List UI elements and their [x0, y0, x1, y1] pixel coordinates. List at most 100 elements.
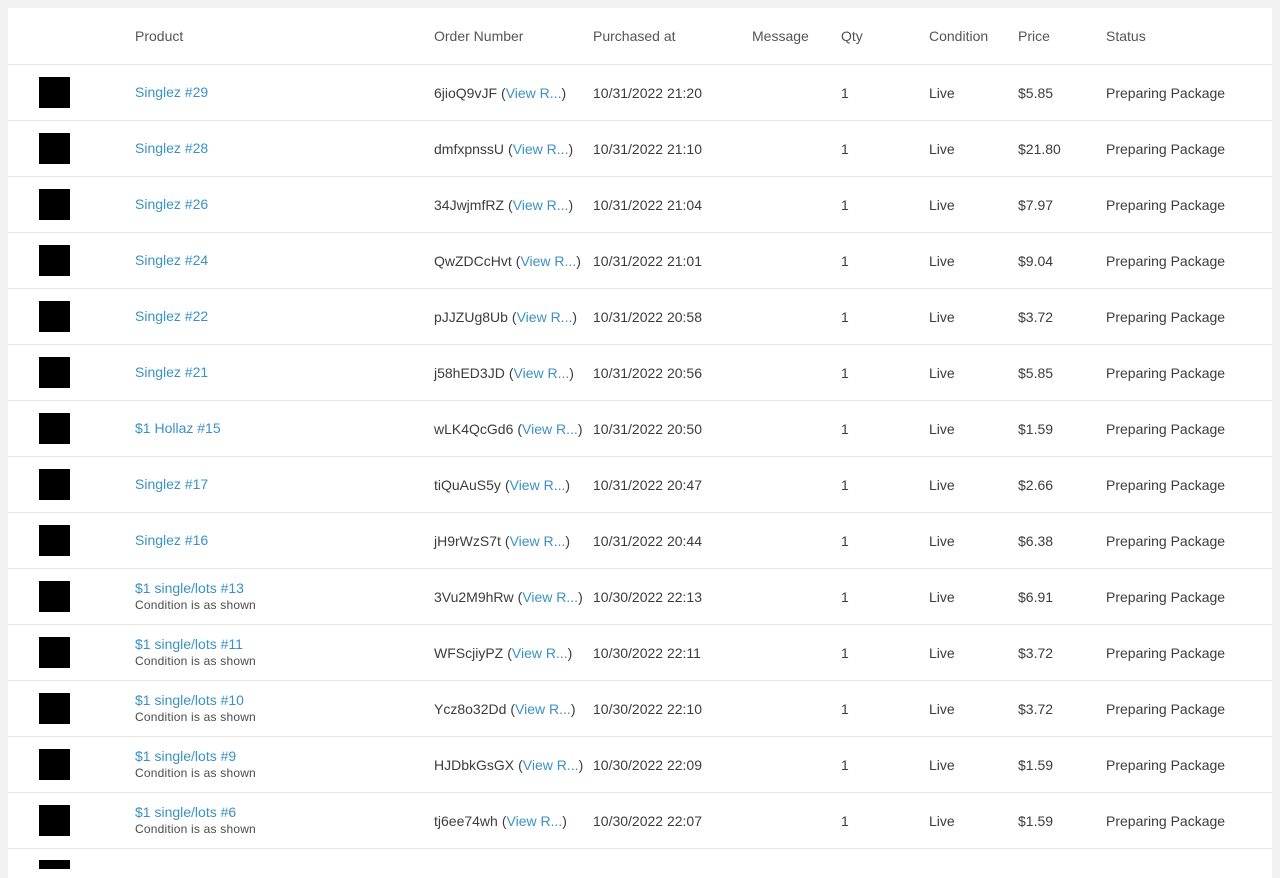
view-receipt-wrapper: (View R...) [504, 476, 571, 493]
table-row-partial [8, 849, 1272, 869]
order-number: wLK4QcGd6 [434, 420, 514, 437]
product-link[interactable]: Singlez #21 [135, 364, 208, 381]
product-link[interactable]: $1 single/lots #13 [135, 580, 244, 597]
product-link[interactable]: $1 single/lots #11 [135, 636, 243, 653]
purchased-at: 10/30/2022 22:10 [593, 700, 702, 717]
product-link[interactable]: Singlez #22 [135, 308, 208, 325]
product-thumbnail[interactable] [39, 805, 70, 836]
view-receipt-link[interactable]: View R... [510, 533, 566, 549]
product-thumbnail[interactable] [39, 413, 70, 444]
quantity: 1 [841, 140, 849, 157]
order-number: WFScjiyPZ [434, 644, 504, 661]
column-header-order-number[interactable]: Order Number [434, 8, 579, 64]
quantity: 1 [841, 308, 849, 325]
purchased-at: 10/31/2022 21:10 [593, 140, 702, 157]
product-thumbnail[interactable] [39, 469, 70, 500]
purchased-at: 10/31/2022 20:56 [593, 364, 702, 381]
product-link[interactable]: Singlez #16 [135, 532, 208, 549]
order-status: Preparing Package [1106, 756, 1226, 773]
table-row: Singlez #28 dmfxpnssU (View R...) 10/31/… [8, 121, 1272, 177]
price: $3.72 [1018, 644, 1054, 661]
view-receipt-link[interactable]: View R... [515, 701, 571, 717]
price: $1.59 [1018, 812, 1054, 829]
view-receipt-wrapper: (View R...) [510, 700, 576, 717]
table-row: Singlez #24 QwZDCcHvt (View R...) 10/31/… [8, 233, 1272, 289]
product-subtitle: Condition is as shown [135, 598, 256, 612]
view-receipt-link[interactable]: View R... [510, 477, 566, 493]
view-receipt-wrapper: (View R...) [501, 812, 567, 829]
table-row: Singlez #16 jH9rWzS7t (View R...) 10/31/… [8, 513, 1272, 569]
view-receipt-link[interactable]: View R... [506, 85, 562, 101]
product-thumbnail[interactable] [39, 581, 70, 612]
quantity: 1 [841, 364, 849, 381]
order-status: Preparing Package [1106, 308, 1226, 325]
product-thumbnail[interactable] [39, 693, 70, 724]
message [752, 513, 832, 568]
product-link[interactable]: Singlez #17 [135, 476, 208, 493]
purchased-at: 10/31/2022 20:44 [593, 532, 702, 549]
product-link[interactable]: Singlez #26 [135, 196, 208, 213]
product-link[interactable]: Singlez #24 [135, 252, 208, 269]
quantity: 1 [841, 420, 849, 437]
price: $6.38 [1018, 532, 1054, 549]
condition: Live [929, 700, 955, 717]
product-link[interactable]: Singlez #28 [135, 140, 208, 157]
product-thumbnail[interactable] [39, 77, 70, 108]
product-thumbnail[interactable] [39, 133, 70, 164]
condition: Live [929, 476, 955, 493]
product-subtitle: Condition is as shown [135, 710, 256, 724]
view-receipt-link[interactable]: View R... [522, 589, 578, 605]
view-receipt-link[interactable]: View R... [523, 757, 579, 773]
product-thumbnail[interactable] [39, 189, 70, 220]
order-status: Preparing Package [1106, 588, 1226, 605]
message [752, 289, 832, 344]
view-receipt-link[interactable]: View R... [514, 365, 570, 381]
column-header-price[interactable]: Price [1018, 8, 1098, 64]
product-thumbnail[interactable] [39, 245, 70, 276]
product-link[interactable]: Singlez #29 [135, 84, 208, 101]
condition: Live [929, 364, 955, 381]
order-number: 34JwjmfRZ [434, 196, 505, 213]
purchased-at: 10/30/2022 22:11 [593, 644, 701, 661]
price: $1.59 [1018, 420, 1054, 437]
product-link[interactable]: $1 single/lots #10 [135, 692, 244, 709]
product-thumbnail[interactable] [39, 749, 70, 780]
product-link[interactable]: $1 single/lots #9 [135, 748, 236, 765]
view-receipt-link[interactable]: View R... [512, 645, 568, 661]
column-header-condition[interactable]: Condition [929, 8, 1009, 64]
view-receipt-link[interactable]: View R... [513, 141, 569, 157]
product-thumbnail[interactable] [39, 637, 70, 668]
product-thumbnail[interactable] [39, 860, 70, 869]
order-status: Preparing Package [1106, 644, 1226, 661]
quantity: 1 [841, 84, 849, 101]
column-header-purchased-at[interactable]: Purchased at [593, 8, 743, 64]
condition: Live [929, 196, 955, 213]
order-status: Preparing Package [1106, 196, 1226, 213]
view-receipt-link[interactable]: View R... [520, 253, 576, 269]
view-receipt-link[interactable]: View R... [522, 421, 578, 437]
column-header-status[interactable]: Status [1106, 8, 1266, 64]
order-number: tiQuAuS5y [434, 476, 501, 493]
view-receipt-link[interactable]: View R... [513, 197, 569, 213]
column-header-message[interactable]: Message [752, 8, 832, 64]
message [752, 65, 832, 120]
column-header-product[interactable]: Product [135, 8, 415, 64]
table-row: $1 single/lots #11 Condition is as shown… [8, 625, 1272, 681]
product-thumbnail[interactable] [39, 301, 70, 332]
condition: Live [929, 532, 955, 549]
view-receipt-link[interactable]: View R... [517, 309, 573, 325]
order-status: Preparing Package [1106, 140, 1226, 157]
product-thumbnail[interactable] [39, 525, 70, 556]
order-number: 3Vu2M9hRw [434, 588, 514, 605]
message [752, 345, 832, 400]
price: $9.04 [1018, 252, 1054, 269]
view-receipt-link[interactable]: View R... [507, 813, 563, 829]
message [752, 737, 832, 792]
product-thumbnail[interactable] [39, 357, 70, 388]
table-header: Product Order Number Purchased at Messag… [8, 8, 1272, 65]
order-number: pJJZUg8Ub [434, 308, 508, 325]
product-link[interactable]: $1 Hollaz #15 [135, 420, 221, 437]
column-header-qty[interactable]: Qty [841, 8, 901, 64]
product-link[interactable]: $1 single/lots #6 [135, 804, 236, 821]
purchased-at: 10/30/2022 22:07 [593, 812, 702, 829]
